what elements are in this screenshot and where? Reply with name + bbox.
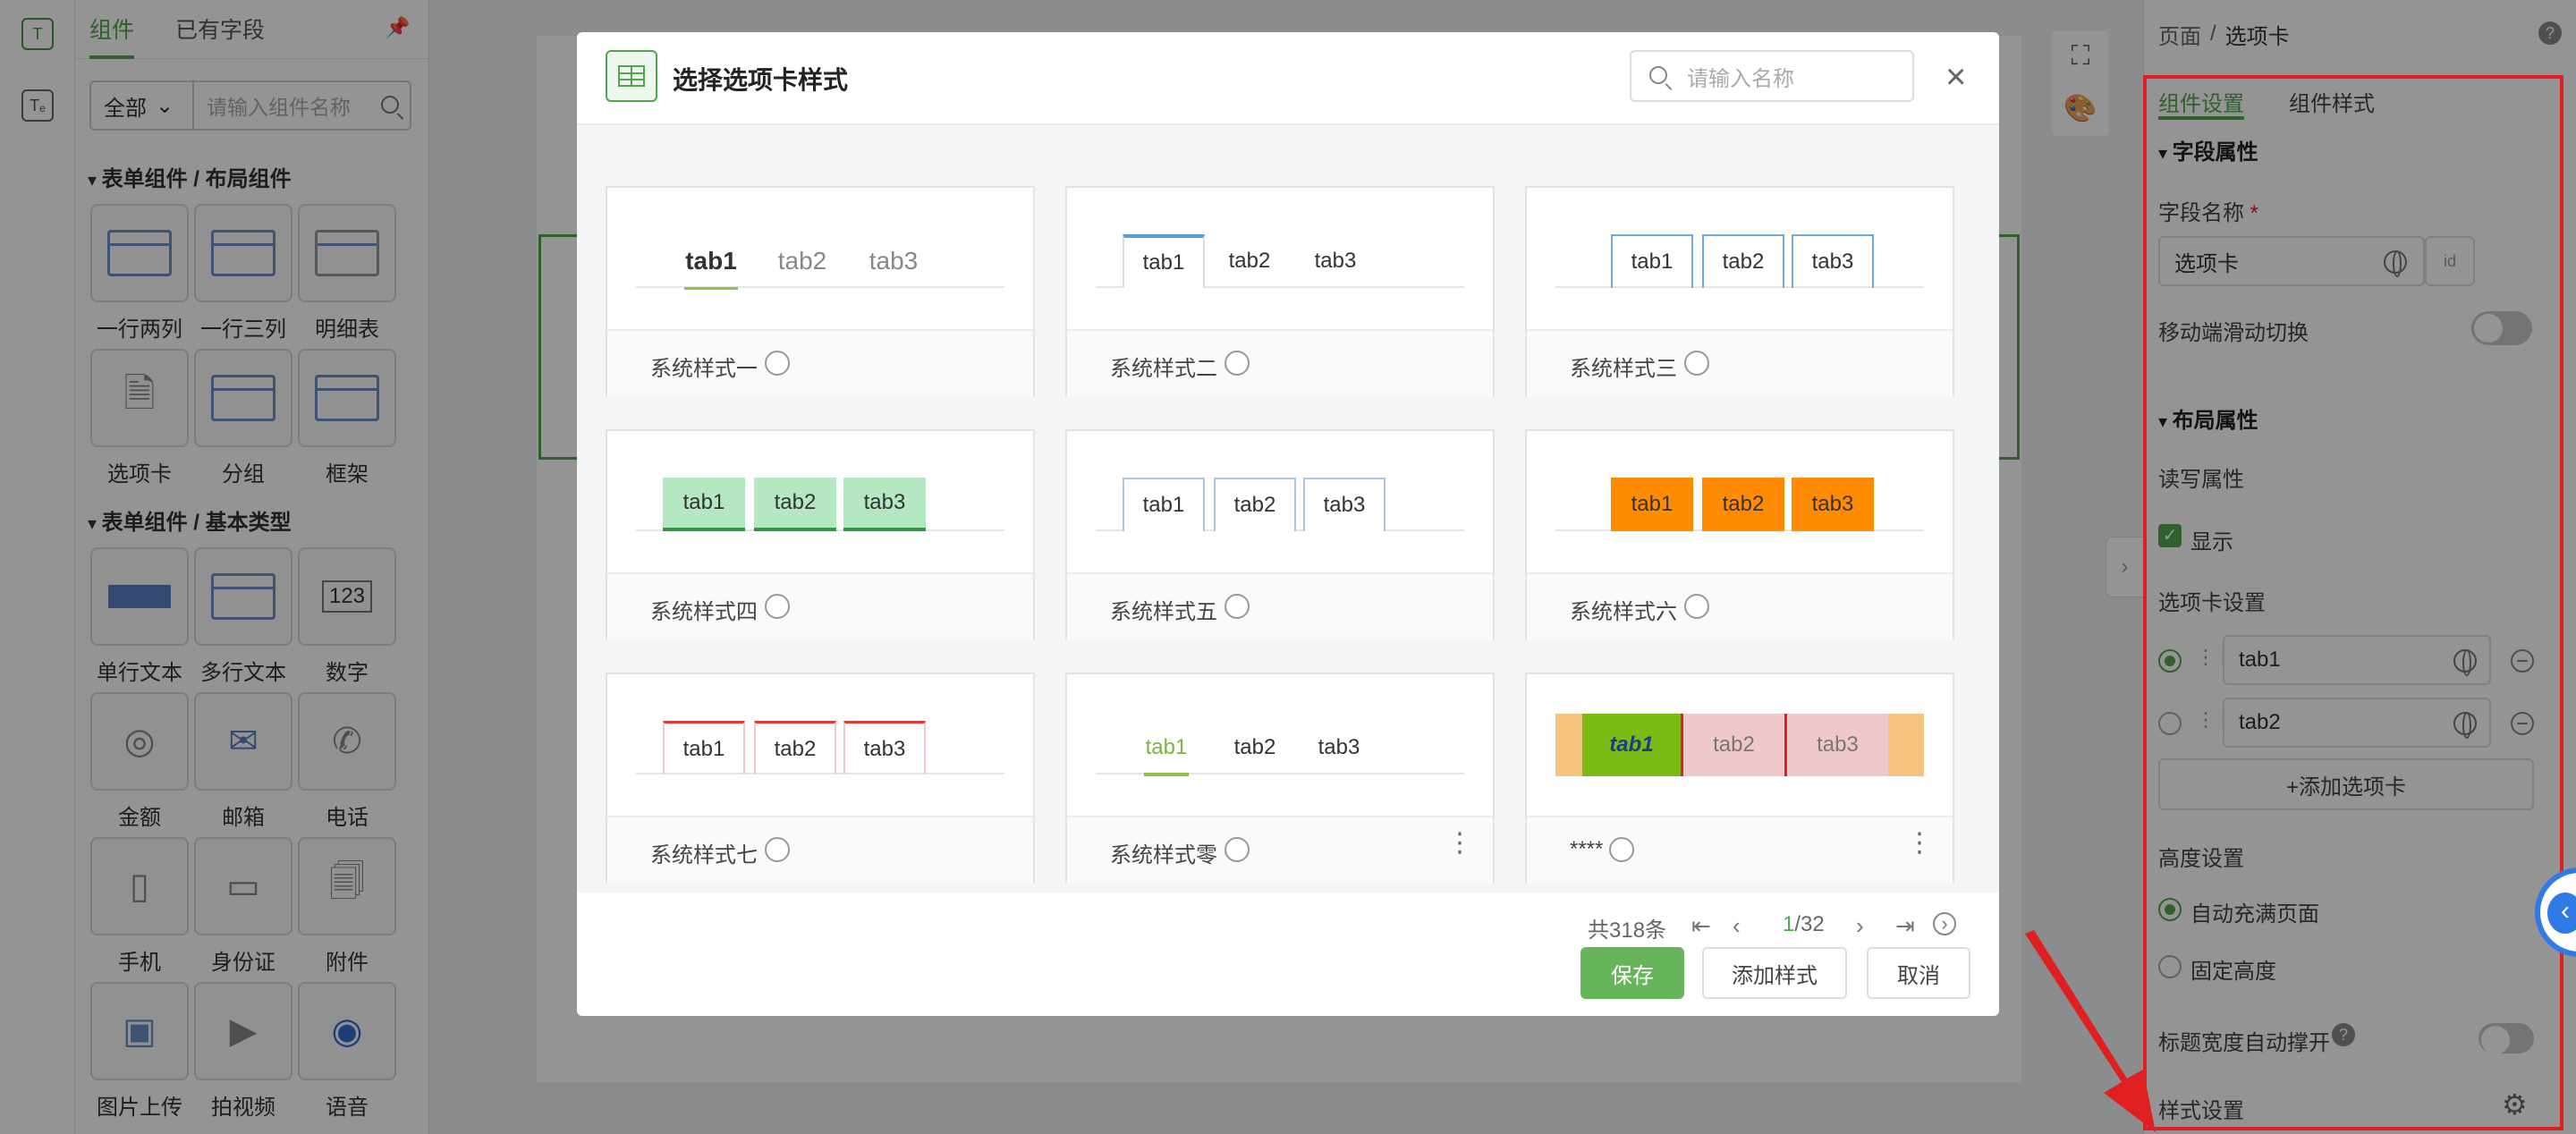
preview-tab: tab1 bbox=[1611, 478, 1693, 531]
preview-tab: tab1 bbox=[1611, 234, 1693, 288]
style-card-4[interactable]: tab1 tab2 tab3 系统样式四 bbox=[606, 429, 1035, 640]
style-card-custom[interactable]: tab1 tab2 tab3 **** ⋮ bbox=[1525, 673, 1954, 884]
modal-title: 选择选项卡样式 bbox=[673, 66, 849, 94]
more-options-icon[interactable]: ⋮ bbox=[1906, 830, 1933, 857]
preview-tab: tab1 bbox=[1582, 714, 1681, 776]
preview-tab: tab2 bbox=[1702, 478, 1784, 531]
style-preview: tab1 tab2 tab3 bbox=[1527, 188, 1953, 331]
preview-tab: tab3 bbox=[1318, 735, 1360, 759]
prev-page-icon[interactable]: ‹ bbox=[1733, 912, 1741, 940]
preview-tab: tab3 bbox=[843, 478, 926, 531]
style-preview: tab1 tab2 tab3 bbox=[1067, 188, 1493, 331]
style-select-radio[interactable] bbox=[1609, 837, 1634, 862]
preview-tab: tab2 bbox=[777, 247, 827, 275]
red-arrow-annotation bbox=[2025, 930, 2156, 1132]
style-card-3[interactable]: tab1 tab2 tab3 系统样式三 bbox=[1525, 186, 1954, 397]
jump-page-icon[interactable]: › bbox=[1933, 912, 1956, 935]
preview-tab: tab2 bbox=[1228, 249, 1271, 273]
style-search-input[interactable]: 请输入名称 bbox=[1630, 50, 1914, 102]
style-select-radio[interactable] bbox=[1224, 351, 1250, 376]
style-select-radio[interactable] bbox=[1224, 594, 1250, 619]
style-select-radio[interactable] bbox=[765, 351, 790, 376]
first-page-icon[interactable]: ⇤ bbox=[1691, 912, 1711, 940]
add-style-button[interactable]: 添加样式 bbox=[1702, 947, 1847, 999]
style-name: 系统样式一 bbox=[650, 357, 758, 381]
preview-tab: tab3 bbox=[1784, 714, 1888, 776]
table-icon bbox=[606, 50, 657, 102]
preview-tab: tab2 bbox=[1702, 234, 1784, 288]
cancel-button[interactable]: 取消 bbox=[1867, 947, 1970, 999]
style-preview: tab1 tab2 tab3 bbox=[1067, 431, 1493, 574]
preview-tab: tab3 bbox=[869, 247, 919, 275]
next-page-icon[interactable]: › bbox=[1856, 912, 1864, 940]
style-name: 系统样式零 bbox=[1110, 843, 1217, 867]
style-name: 系统样式七 bbox=[650, 843, 758, 867]
preview-tab: tab1 bbox=[663, 478, 745, 531]
total-count: 共318条 bbox=[1588, 918, 1667, 943]
style-card-7[interactable]: tab1 tab2 tab3 系统样式七 bbox=[606, 673, 1035, 884]
preview-tab: tab2 bbox=[754, 721, 836, 774]
style-card-1[interactable]: tab1 tab2 tab3 系统样式一 bbox=[606, 186, 1035, 397]
preview-tab: tab3 bbox=[1792, 478, 1874, 531]
preview-tab: tab1 bbox=[1123, 234, 1205, 288]
style-name: 系统样式三 bbox=[1570, 357, 1677, 381]
page-total: /32 bbox=[1794, 912, 1825, 936]
style-card-6[interactable]: tab1 tab2 tab3 系统样式六 bbox=[1525, 429, 1954, 640]
save-button[interactable]: 保存 bbox=[1580, 947, 1684, 999]
preview-tab: tab2 bbox=[1214, 478, 1296, 531]
preview-tab: tab3 bbox=[1314, 249, 1357, 273]
preview-tab: tab2 bbox=[754, 478, 836, 531]
preview-tab: tab1 bbox=[663, 721, 745, 774]
current-page: 1 bbox=[1783, 912, 1795, 936]
preview-tab: tab2 bbox=[1681, 714, 1784, 776]
style-card-2[interactable]: tab1 tab2 tab3 系统样式二 bbox=[1065, 186, 1495, 397]
search-icon bbox=[1649, 66, 1667, 84]
preview-tab: tab3 bbox=[843, 721, 926, 774]
preview-tab: tab2 bbox=[1233, 735, 1276, 759]
style-preview: tab1 tab2 tab3 bbox=[1067, 674, 1493, 817]
style-preview: tab1 tab2 tab3 bbox=[1527, 431, 1953, 574]
page-indicator: 1/32 bbox=[1783, 912, 1825, 937]
tab-style-modal: 选择选项卡样式 请输入名称 × tab1 tab2 tab3 系统样式一 tab… bbox=[577, 32, 1999, 1016]
style-preview: tab1 tab2 tab3 bbox=[607, 674, 1033, 817]
style-card-grid: tab1 tab2 tab3 系统样式一 tab1 tab2 tab3 系统样式… bbox=[577, 125, 1999, 893]
last-page-icon[interactable]: ⇥ bbox=[1895, 912, 1915, 940]
style-select-radio[interactable] bbox=[1224, 837, 1250, 862]
style-select-radio[interactable] bbox=[765, 594, 790, 619]
more-options-icon[interactable]: ⋮ bbox=[1446, 830, 1473, 857]
style-card-5[interactable]: tab1 tab2 tab3 系统样式五 bbox=[1065, 429, 1495, 640]
style-name: 系统样式六 bbox=[1570, 600, 1677, 624]
style-preview: tab1 tab2 tab3 bbox=[607, 431, 1033, 574]
style-select-radio[interactable] bbox=[765, 837, 790, 862]
preview-tab: tab1 bbox=[1144, 721, 1189, 776]
style-select-radio[interactable] bbox=[1684, 351, 1709, 376]
style-name: **** bbox=[1570, 837, 1604, 861]
style-preview: tab1 tab2 tab3 bbox=[1527, 674, 1953, 817]
preview-tab: tab3 bbox=[1792, 234, 1874, 288]
style-preview: tab1 tab2 tab3 bbox=[607, 188, 1033, 331]
style-name: 系统样式二 bbox=[1110, 357, 1217, 381]
style-select-radio[interactable] bbox=[1684, 594, 1709, 619]
style-name: 系统样式五 bbox=[1110, 600, 1217, 624]
style-card-0[interactable]: tab1 tab2 tab3 系统样式零 ⋮ bbox=[1065, 673, 1495, 884]
style-name: 系统样式四 bbox=[650, 600, 758, 624]
preview-tab: tab1 bbox=[1123, 478, 1205, 531]
close-icon[interactable]: × bbox=[1945, 59, 1966, 95]
preview-tab: tab1 bbox=[684, 234, 738, 290]
style-search-placeholder: 请输入名称 bbox=[1687, 66, 1794, 91]
preview-tab: tab3 bbox=[1303, 478, 1385, 531]
